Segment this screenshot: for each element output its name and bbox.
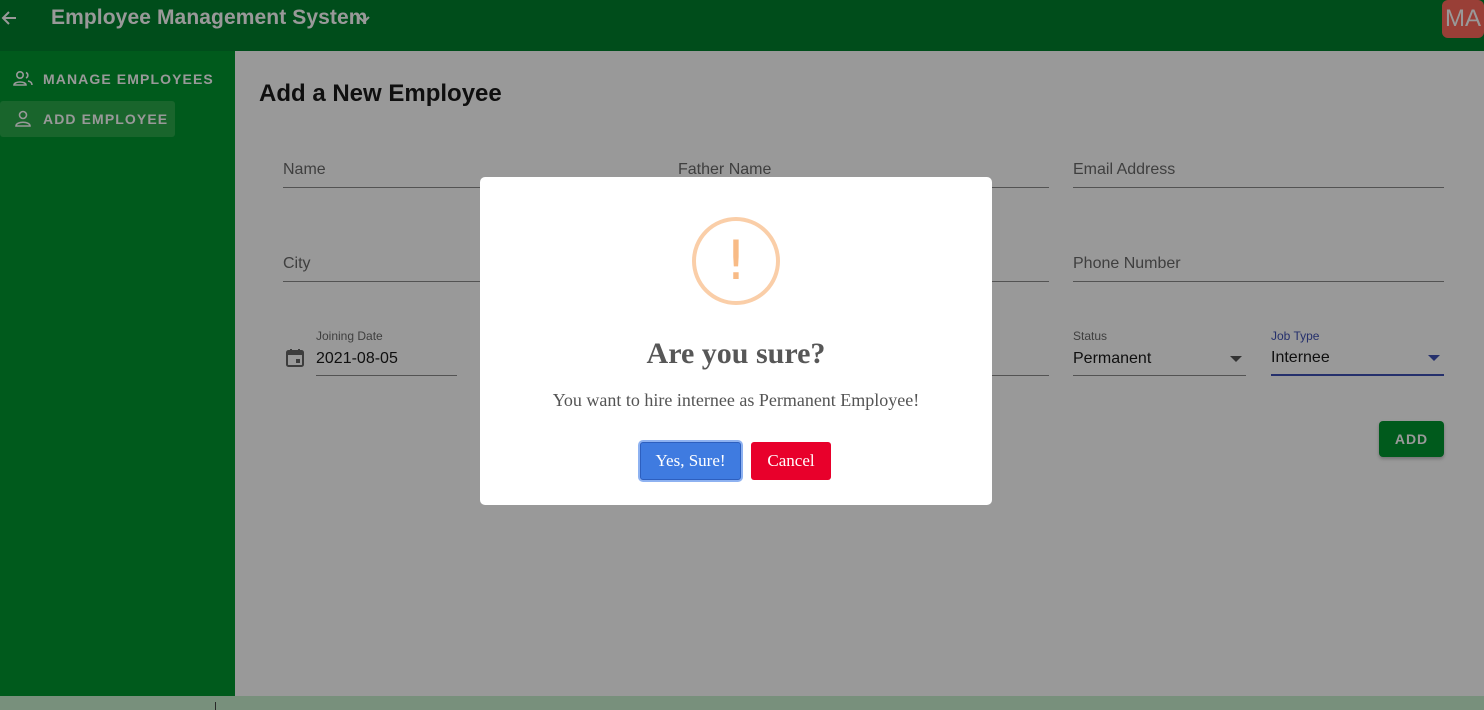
confirm-button[interactable]: Yes, Sure! (640, 442, 741, 480)
dialog-title: Are you sure? (646, 337, 826, 370)
warning-mark: ! (725, 229, 747, 292)
confirm-dialog: ! Are you sure? You want to hire interne… (480, 177, 992, 505)
warning-icon: ! (692, 217, 780, 305)
cancel-button[interactable]: Cancel (751, 442, 831, 480)
dialog-text: You want to hire internee as Permanent E… (552, 390, 920, 410)
